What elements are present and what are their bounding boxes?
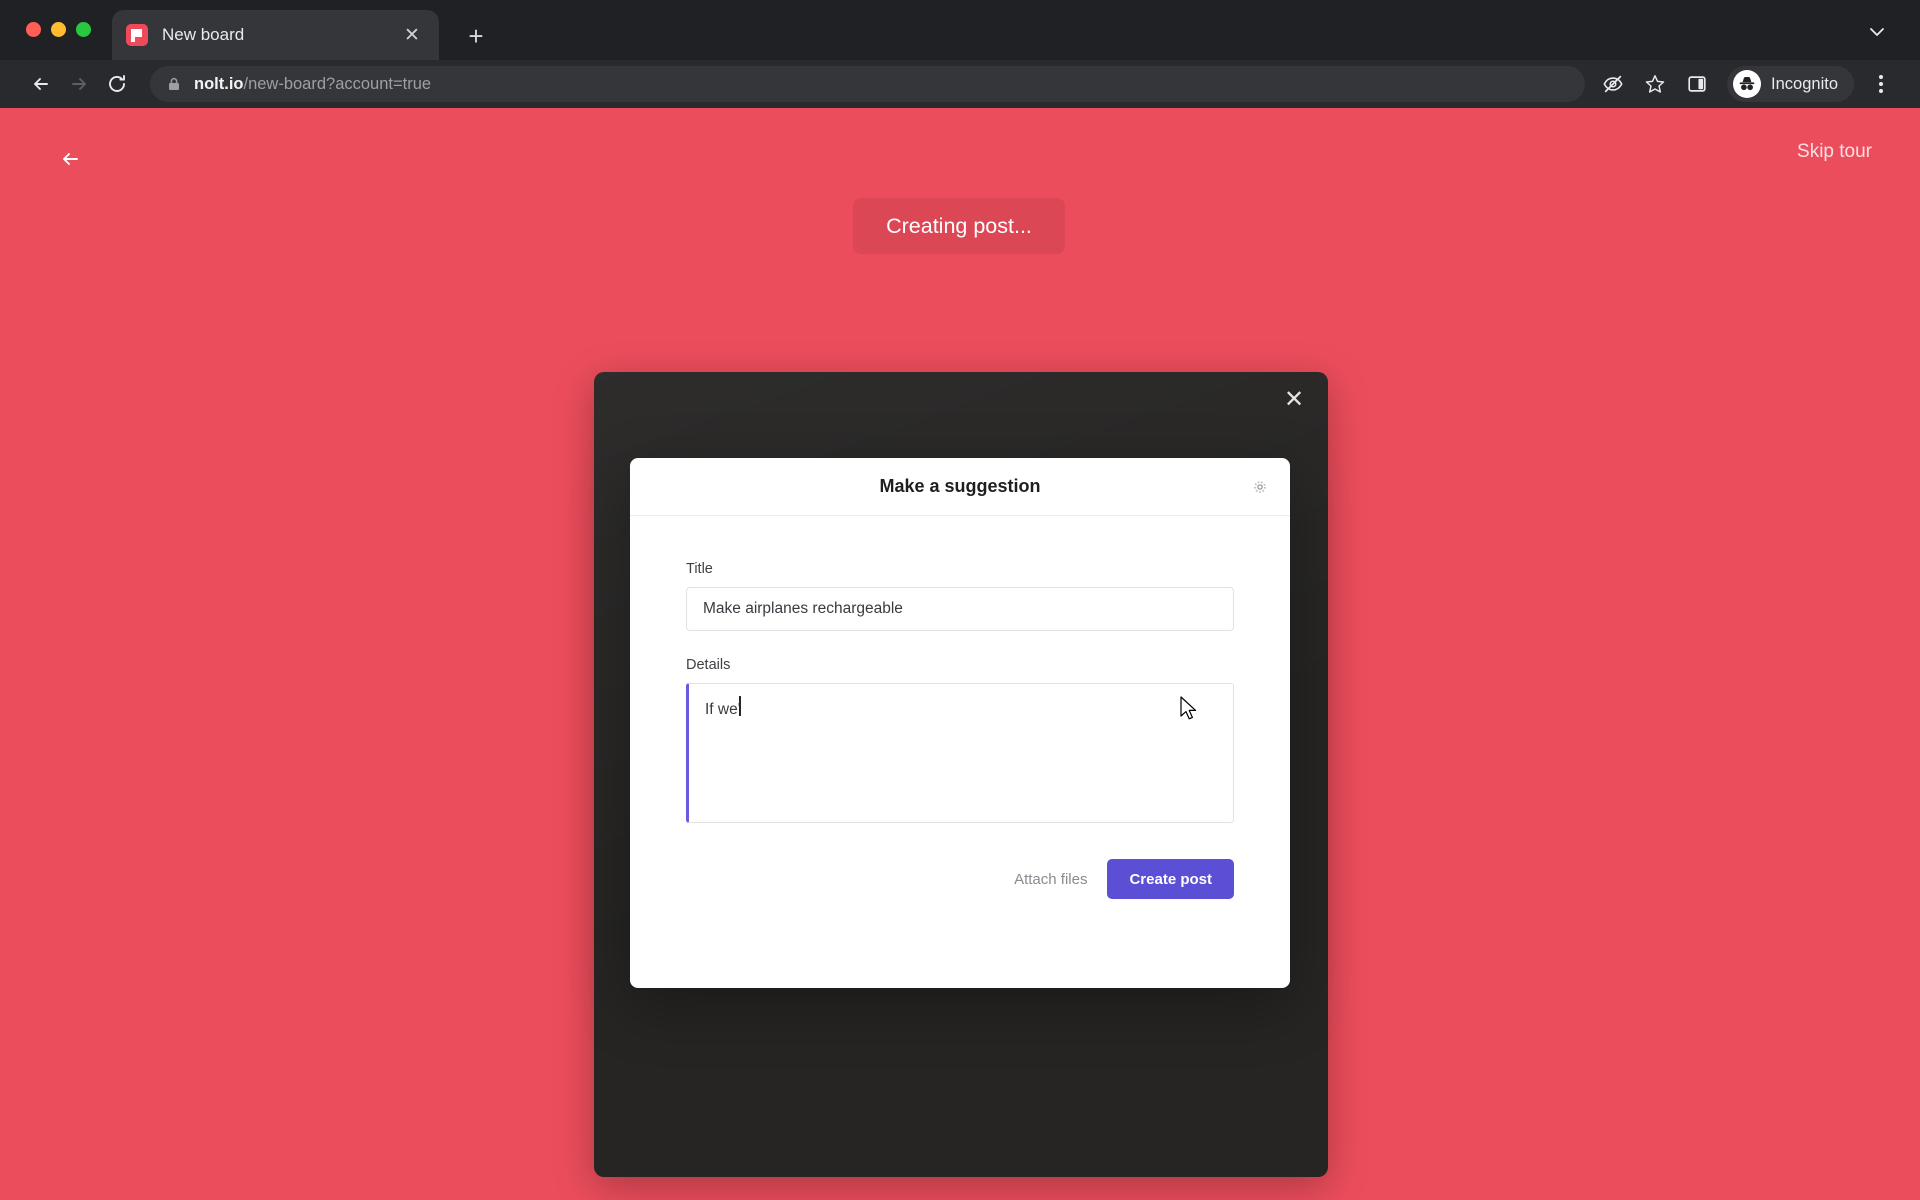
board-close-icon[interactable]: ✕ bbox=[1274, 380, 1314, 420]
back-button[interactable] bbox=[22, 65, 60, 103]
text-caret bbox=[739, 696, 741, 716]
lock-icon bbox=[166, 76, 182, 92]
browser-toolbar: nolt.io/new-board?account=true Incognito bbox=[0, 60, 1920, 108]
reload-button[interactable] bbox=[98, 65, 136, 103]
title-input[interactable] bbox=[686, 587, 1234, 631]
incognito-icon bbox=[1733, 70, 1762, 98]
side-panel-icon[interactable] bbox=[1679, 66, 1715, 102]
url-text: nolt.io/new-board?account=true bbox=[194, 75, 431, 94]
address-bar[interactable]: nolt.io/new-board?account=true bbox=[150, 66, 1586, 102]
window-minimize-button[interactable] bbox=[51, 22, 66, 37]
star-icon[interactable] bbox=[1637, 66, 1673, 102]
make-suggestion-modal: Make a suggestion Title Details Attach f… bbox=[630, 458, 1290, 988]
skip-tour-button[interactable]: Skip tour bbox=[1797, 141, 1872, 163]
details-field-wrap bbox=[686, 683, 1234, 823]
create-post-button[interactable]: Create post bbox=[1107, 859, 1234, 899]
modal-header: Make a suggestion bbox=[630, 458, 1290, 516]
window-close-button[interactable] bbox=[26, 22, 41, 37]
tab-strip: New board ✕ + bbox=[0, 0, 1920, 60]
profile-button[interactable]: Incognito bbox=[1727, 66, 1854, 102]
window-traffic-lights bbox=[26, 22, 91, 37]
modal-footer: Attach files Create post bbox=[630, 823, 1290, 899]
close-icon[interactable]: ✕ bbox=[399, 22, 425, 48]
forward-button[interactable] bbox=[60, 65, 98, 103]
tab-title: New board bbox=[162, 25, 245, 44]
attach-files-button[interactable]: Attach files bbox=[1014, 871, 1087, 888]
nolt-favicon bbox=[126, 24, 148, 46]
details-textarea[interactable] bbox=[686, 683, 1234, 823]
modal-body: Title Details bbox=[630, 516, 1290, 823]
gear-icon[interactable] bbox=[1248, 475, 1272, 499]
new-tab-button[interactable]: + bbox=[460, 20, 492, 52]
chevron-down-icon[interactable] bbox=[1860, 18, 1894, 46]
browser-chrome: New board ✕ + nolt.io/new-board?account=… bbox=[0, 0, 1920, 108]
toolbar-actions: Incognito bbox=[1595, 66, 1898, 102]
window-maximize-button[interactable] bbox=[76, 22, 91, 37]
tour-back-button[interactable] bbox=[52, 141, 88, 177]
modal-title: Make a suggestion bbox=[879, 476, 1041, 496]
browser-tab[interactable]: New board ✕ bbox=[112, 10, 439, 60]
eye-off-icon[interactable] bbox=[1595, 66, 1631, 102]
profile-label: Incognito bbox=[1771, 74, 1838, 93]
kebab-menu-icon[interactable] bbox=[1864, 66, 1898, 102]
nolt-page: Skip tour Creating post... ✕ Blog post i… bbox=[0, 108, 1920, 1200]
title-field-label: Title bbox=[686, 561, 713, 577]
creating-post-toast: Creating post... bbox=[853, 198, 1065, 254]
url-path: /new-board?account=true bbox=[243, 74, 432, 93]
url-host: nolt.io bbox=[194, 74, 244, 93]
details-field-label: Details bbox=[686, 657, 731, 673]
